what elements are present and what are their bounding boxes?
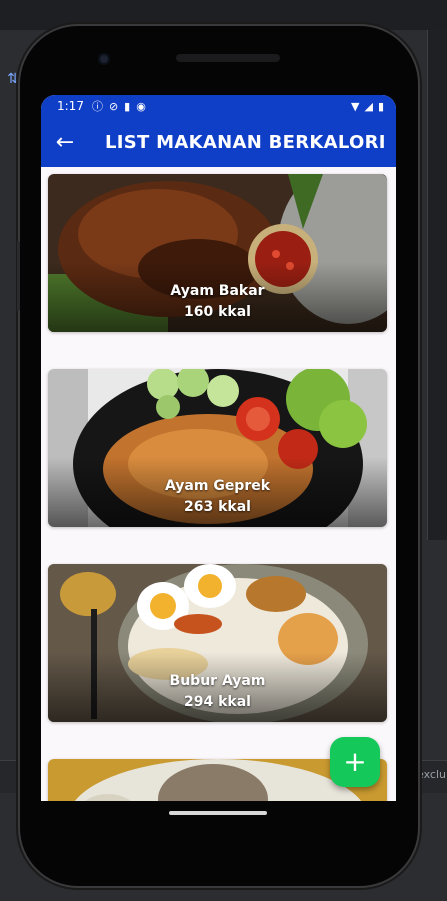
app-bar: ← LIST MAKANAN BERKALORI xyxy=(41,117,396,167)
wifi-icon: ▼ xyxy=(351,99,360,113)
page-title: LIST MAKANAN BERKALORI xyxy=(105,131,386,153)
food-calories: 294 kkal xyxy=(184,694,251,710)
info-icon: ⓘ xyxy=(91,100,103,113)
app-screen: 1:17 ⓘ ⊘ ▮ ◉ ▼ ◢ ▮ ← LIST MAKANAN BERKAL… xyxy=(41,95,396,801)
home-indicator[interactable] xyxy=(169,811,267,815)
food-card-ayam-bakar[interactable]: Ayam Bakar 160 kkal xyxy=(48,174,387,332)
front-camera xyxy=(98,53,110,65)
sim-card-icon: ▮ xyxy=(124,99,131,113)
ide-right-panel xyxy=(427,30,447,540)
food-list[interactable]: Ayam Bakar 160 kkal Ayam Geprek 263 kkal… xyxy=(41,167,396,801)
food-name: Ayam Geprek xyxy=(164,478,271,494)
ide-side-text: exclu xyxy=(417,768,446,781)
phone-frame: 1:17 ⓘ ⊘ ▮ ◉ ▼ ◢ ▮ ← LIST MAKANAN BERKAL… xyxy=(17,26,418,886)
food-calories: 263 kkal xyxy=(184,499,251,515)
battery-icon: ▮ xyxy=(377,99,384,113)
plus-icon: + xyxy=(343,745,367,778)
signal-icon: ◢ xyxy=(364,99,373,113)
food-card-ayam-geprek[interactable]: Ayam Geprek 263 kkal xyxy=(48,369,387,527)
food-name: Ayam Bakar xyxy=(170,283,265,299)
food-calories: 160 kkal xyxy=(184,304,251,320)
arrow-left-icon: ← xyxy=(55,129,75,155)
earpiece-speaker xyxy=(176,54,280,62)
power-button xyxy=(17,241,20,311)
shield-icon: ⊘ xyxy=(108,99,119,113)
add-food-button[interactable]: + xyxy=(330,737,380,787)
status-bar: 1:17 ⓘ ⊘ ▮ ◉ ▼ ◢ ▮ xyxy=(41,95,396,117)
status-time: 1:17 xyxy=(57,99,84,113)
food-name: Bubur Ayam xyxy=(169,673,266,689)
food-card-bubur-ayam[interactable]: Bubur Ayam 294 kkal xyxy=(48,564,387,722)
record-icon: ◉ xyxy=(136,99,146,113)
back-button[interactable]: ← xyxy=(41,117,89,167)
